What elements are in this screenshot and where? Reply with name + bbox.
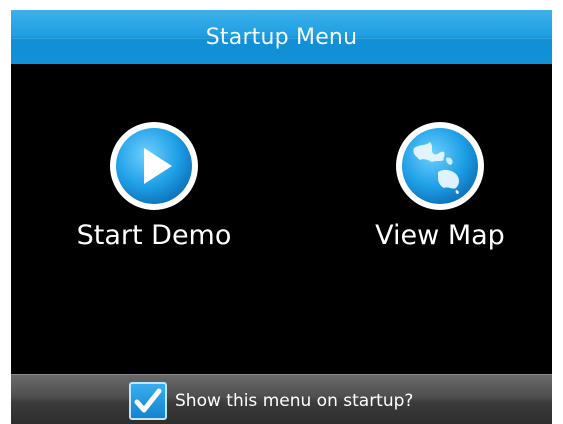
view-map-button[interactable]: View Map (345, 122, 535, 251)
play-icon[interactable] (110, 122, 198, 210)
show-on-startup-option[interactable]: Show this menu on startup? (129, 382, 413, 420)
globe-icon[interactable] (396, 122, 484, 210)
show-on-startup-checkbox[interactable] (129, 382, 167, 420)
title-bar: Startup Menu (11, 10, 552, 64)
footer-bar: Show this menu on startup? (11, 374, 552, 424)
startup-menu-screen: Startup Menu Start Demo View Map Show th… (11, 10, 552, 424)
show-on-startup-label: Show this menu on startup? (175, 391, 414, 411)
start-demo-label: Start Demo (76, 220, 232, 251)
view-map-label: View Map (375, 220, 505, 251)
page-title: Startup Menu (205, 24, 358, 50)
checkmark-icon (134, 388, 162, 413)
start-demo-button[interactable]: Start Demo (59, 122, 249, 251)
